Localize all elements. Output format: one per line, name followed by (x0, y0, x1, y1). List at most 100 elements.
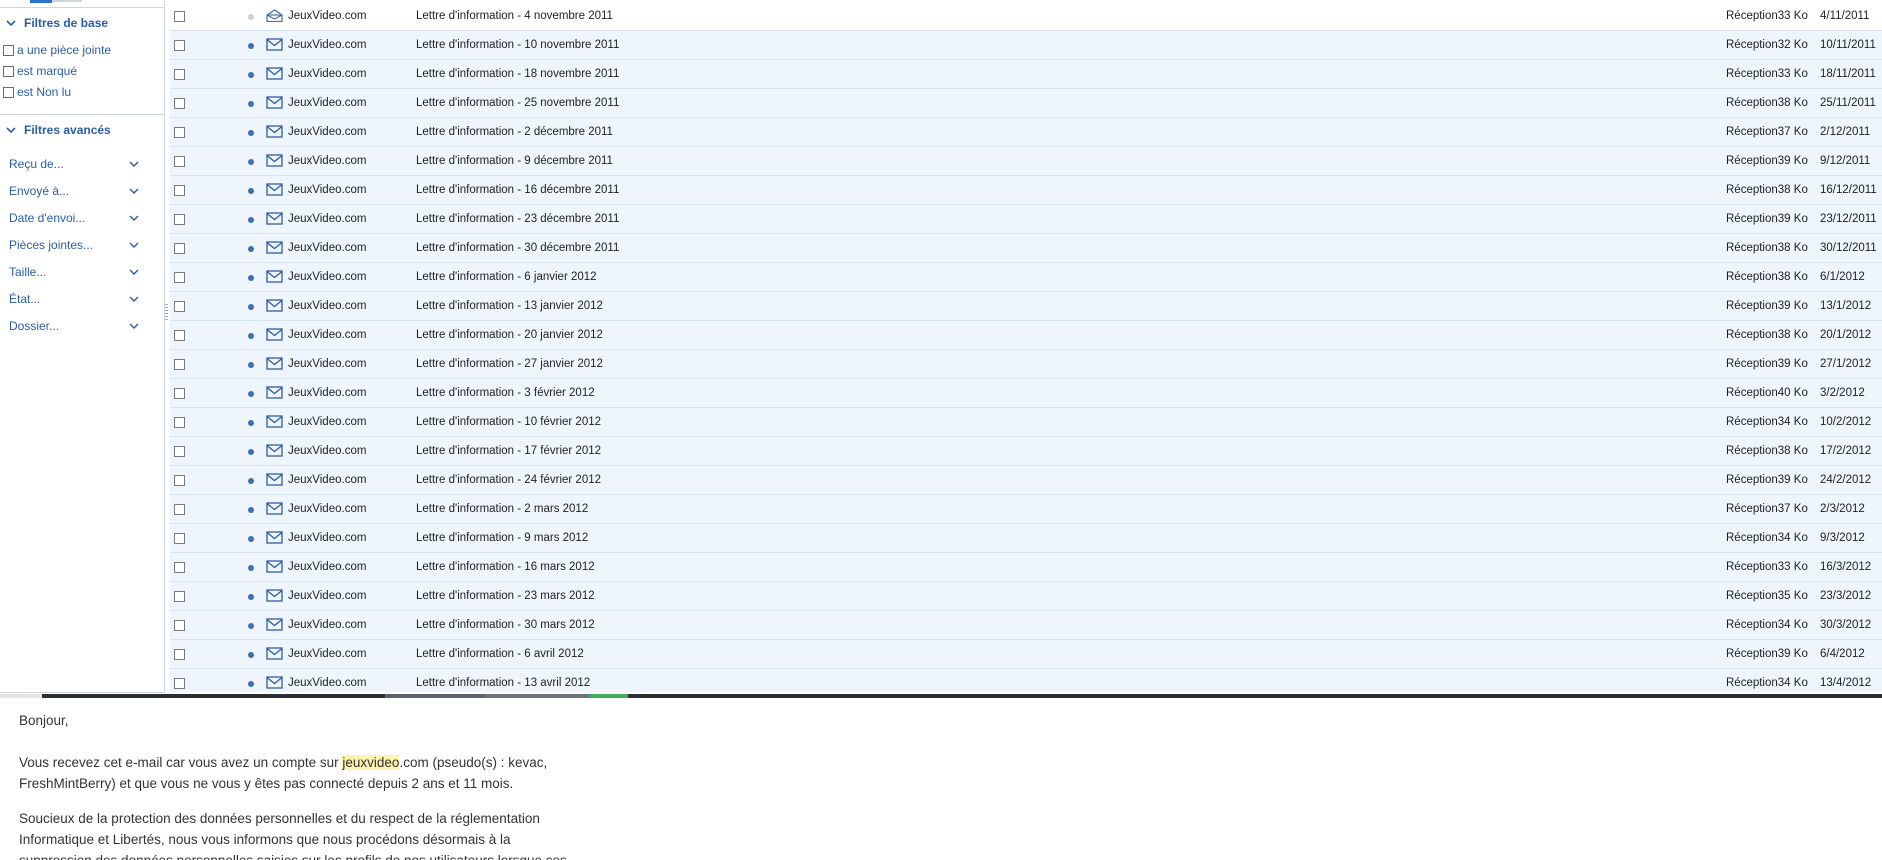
message-row[interactable]: JeuxVideo.com Lettre d'information - 10 f… (170, 408, 1882, 437)
unread-dot-icon[interactable] (248, 14, 254, 20)
pane-splitter-handle[interactable] (165, 304, 168, 320)
message-size: Réception39 Ko (1726, 648, 1808, 660)
row-select-checkbox[interactable] (174, 98, 185, 109)
unread-dot-icon[interactable] (248, 681, 254, 687)
envelope-icon (266, 328, 283, 341)
row-select-checkbox[interactable] (174, 475, 185, 486)
message-row[interactable]: JeuxVideo.com Lettre d'information - 18 n… (170, 60, 1882, 89)
message-row[interactable]: JeuxVideo.com Lettre d'information - 2 ma… (170, 495, 1882, 524)
row-select-checkbox[interactable] (174, 185, 185, 196)
message-row[interactable]: JeuxVideo.com Lettre d'information - 9 ma… (170, 524, 1882, 553)
adv-filter-folder[interactable]: Dossier... (9, 316, 139, 336)
message-sender: JeuxVideo.com (288, 503, 367, 515)
adv-filter-attachments[interactable]: Pièces jointes... (9, 235, 139, 255)
unread-dot-icon[interactable] (248, 304, 254, 310)
message-row[interactable]: JeuxVideo.com Lettre d'information - 20 j… (170, 321, 1882, 350)
message-row[interactable]: JeuxVideo.com Lettre d'information - 6 av… (170, 640, 1882, 669)
message-row[interactable]: JeuxVideo.com Lettre d'information - 16 d… (170, 176, 1882, 205)
unread-dot-icon[interactable] (248, 333, 254, 339)
row-select-checkbox[interactable] (174, 417, 185, 428)
message-row[interactable]: JeuxVideo.com Lettre d'information - 24 f… (170, 466, 1882, 495)
message-size: Réception34 Ko (1726, 619, 1808, 631)
unread-dot-icon[interactable] (248, 420, 254, 426)
chevron-down-icon (4, 16, 18, 30)
unread-dot-icon[interactable] (248, 391, 254, 397)
message-row[interactable]: JeuxVideo.com Lettre d'information - 23 m… (170, 582, 1882, 611)
message-date: 16/12/2011 (1820, 184, 1877, 196)
message-subject: Lettre d'information - 6 avril 2012 (416, 648, 584, 660)
row-select-checkbox[interactable] (174, 388, 185, 399)
row-select-checkbox[interactable] (174, 591, 185, 602)
row-select-checkbox[interactable] (174, 504, 185, 515)
adv-filter-sent-date[interactable]: Date d'envoi... (9, 208, 139, 228)
row-select-checkbox[interactable] (174, 649, 185, 660)
message-row[interactable]: JeuxVideo.com Lettre d'information - 25 n… (170, 89, 1882, 118)
basic-filters-header[interactable]: Filtres de base (0, 7, 164, 38)
advanced-filters-header[interactable]: Filtres avancés (0, 114, 164, 145)
message-row[interactable]: JeuxVideo.com Lettre d'information - 6 ja… (170, 263, 1882, 292)
row-select-checkbox[interactable] (174, 214, 185, 225)
message-row[interactable]: JeuxVideo.com Lettre d'information - 30 d… (170, 234, 1882, 263)
row-select-checkbox[interactable] (174, 446, 185, 457)
adv-filter-received-from[interactable]: Reçu de... (9, 154, 139, 174)
row-select-checkbox[interactable] (174, 562, 185, 573)
row-select-checkbox[interactable] (174, 330, 185, 341)
filter-label: est Non lu (17, 85, 72, 99)
unread-dot-icon[interactable] (248, 449, 254, 455)
envelope-icon (266, 531, 283, 544)
row-select-checkbox[interactable] (174, 272, 185, 283)
message-row[interactable]: JeuxVideo.com Lettre d'information - 9 dé… (170, 147, 1882, 176)
row-select-checkbox[interactable] (174, 359, 185, 370)
unread-dot-icon[interactable] (248, 101, 254, 107)
unread-dot-icon[interactable] (248, 159, 254, 165)
message-row[interactable]: JeuxVideo.com Lettre d'information - 17 f… (170, 437, 1882, 466)
row-select-checkbox[interactable] (174, 533, 185, 544)
unread-dot-icon[interactable] (248, 43, 254, 49)
unread-dot-icon[interactable] (248, 188, 254, 194)
email-paragraph-2-line-1: Soucieux de la protection des données pe… (19, 811, 540, 826)
adv-filter-sent-to[interactable]: Envoyé à... (9, 181, 139, 201)
message-row[interactable]: JeuxVideo.com Lettre d'information - 2 dé… (170, 118, 1882, 147)
unread-dot-icon[interactable] (248, 217, 254, 223)
filter-has-attachment-checkbox[interactable] (3, 44, 14, 56)
filter-unread[interactable]: est Non lu (3, 83, 71, 101)
unread-dot-icon[interactable] (248, 565, 254, 571)
filter-unread-checkbox[interactable] (3, 86, 14, 98)
row-select-checkbox[interactable] (174, 127, 185, 138)
message-row[interactable]: JeuxVideo.com Lettre d'information - 27 j… (170, 350, 1882, 379)
row-select-checkbox[interactable] (174, 620, 185, 631)
row-select-checkbox[interactable] (174, 301, 185, 312)
filter-has-attachment[interactable]: a une pièce jointe (3, 41, 111, 59)
filter-flagged-checkbox[interactable] (3, 65, 14, 77)
message-row[interactable]: JeuxVideo.com Lettre d'information - 13 j… (170, 292, 1882, 321)
unread-dot-icon[interactable] (248, 536, 254, 542)
unread-dot-icon[interactable] (248, 130, 254, 136)
unread-dot-icon[interactable] (248, 652, 254, 658)
row-select-checkbox[interactable] (174, 678, 185, 689)
unread-dot-icon[interactable] (248, 72, 254, 78)
message-row[interactable]: JeuxVideo.com Lettre d'information - 13 a… (170, 669, 1882, 692)
unread-dot-icon[interactable] (248, 275, 254, 281)
message-row[interactable]: JeuxVideo.com Lettre d'information - 4 no… (170, 2, 1882, 31)
unread-dot-icon[interactable] (248, 478, 254, 484)
adv-filter-status[interactable]: État... (9, 289, 139, 309)
unread-dot-icon[interactable] (248, 246, 254, 252)
message-row[interactable]: JeuxVideo.com Lettre d'information - 3 fé… (170, 379, 1882, 408)
chevron-down-icon (129, 323, 139, 329)
adv-filter-size[interactable]: Taille... (9, 262, 139, 282)
unread-dot-icon[interactable] (248, 507, 254, 513)
message-row[interactable]: JeuxVideo.com Lettre d'information - 30 m… (170, 611, 1882, 640)
row-select-checkbox[interactable] (174, 156, 185, 167)
message-row[interactable]: JeuxVideo.com Lettre d'information - 10 n… (170, 31, 1882, 60)
row-select-checkbox[interactable] (174, 243, 185, 254)
message-size: Réception35 Ko (1726, 590, 1808, 602)
filter-flagged[interactable]: est marqué (3, 62, 77, 80)
row-select-checkbox[interactable] (174, 11, 185, 22)
unread-dot-icon[interactable] (248, 623, 254, 629)
row-select-checkbox[interactable] (174, 40, 185, 51)
row-select-checkbox[interactable] (174, 69, 185, 80)
unread-dot-icon[interactable] (248, 362, 254, 368)
message-row[interactable]: JeuxVideo.com Lettre d'information - 16 m… (170, 553, 1882, 582)
unread-dot-icon[interactable] (248, 594, 254, 600)
message-row[interactable]: JeuxVideo.com Lettre d'information - 23 d… (170, 205, 1882, 234)
